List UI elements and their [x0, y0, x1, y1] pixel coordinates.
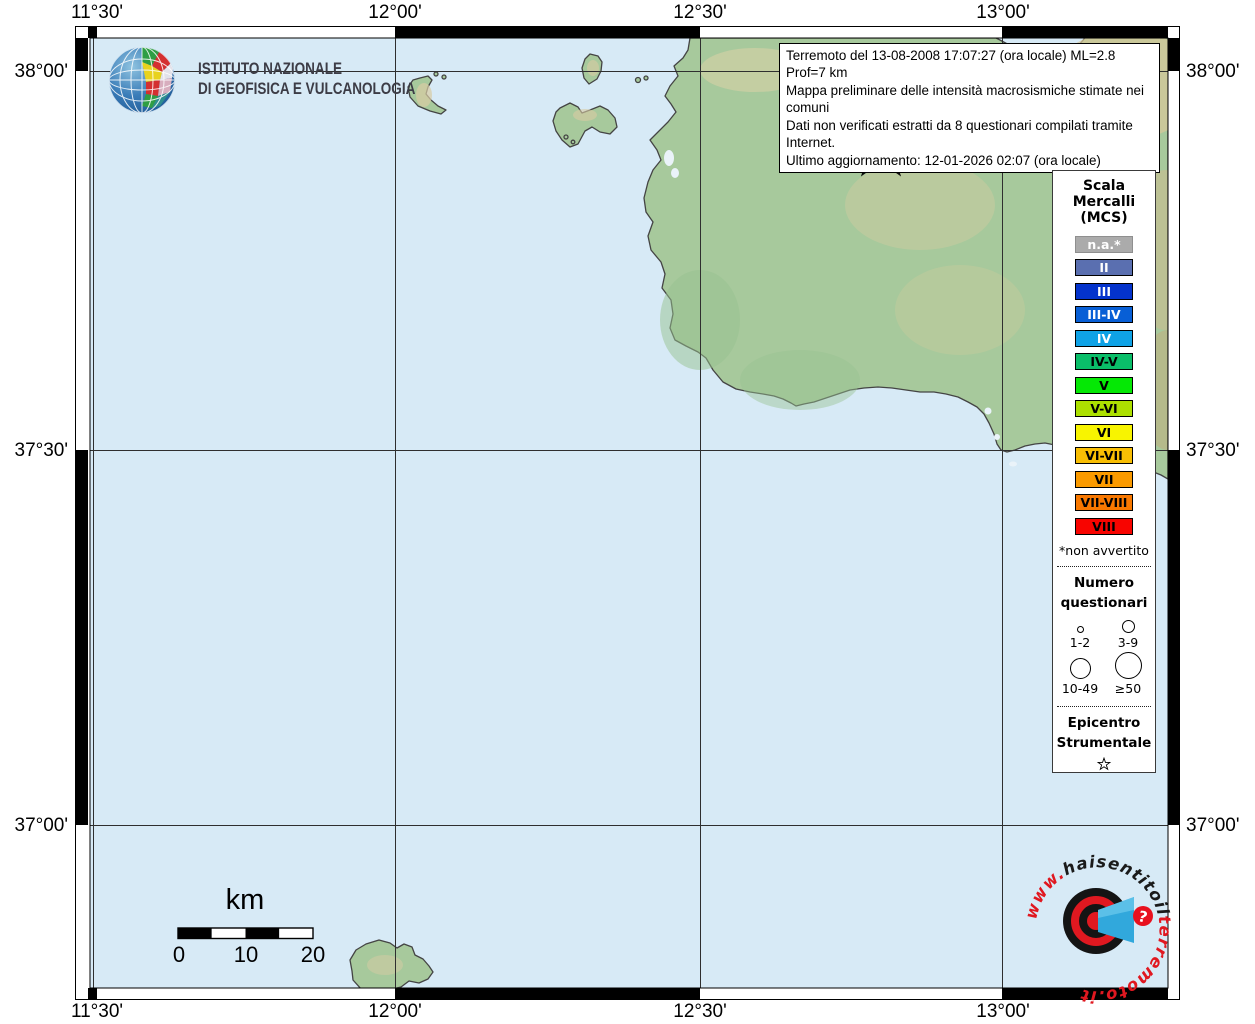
ingv-logo-line2: DI GEOFISICA E VULCANOLOGIA	[198, 80, 415, 99]
mercalli-scale-swatches: n.a.* II III III-IV IV IV-V V V-VI VI VI…	[1075, 236, 1133, 542]
swatch-iv-v: IV-V	[1075, 353, 1133, 370]
legend-title-line3: (MCS)	[1080, 210, 1127, 226]
swatch-na: n.a.*	[1075, 236, 1133, 253]
size-label-50plus: ≥50	[1115, 681, 1141, 696]
swatch-iv: IV	[1075, 330, 1133, 347]
legend-title-line2: Mercalli	[1073, 194, 1135, 210]
info-line-data-note: Dati non verificati estratti da 8 questi…	[786, 117, 1153, 152]
swatch-vii: VII	[1075, 471, 1133, 488]
questionnaire-size-key: 1-2 3-9 10-49 ≥50	[1056, 617, 1152, 698]
legend-separator-2	[1057, 706, 1151, 707]
questionnaires-title-line1: Numero	[1074, 574, 1134, 594]
axis-top-12-30: 12°30'	[673, 2, 727, 24]
epicenter-star-icon	[1091, 757, 1117, 772]
info-line-event: Terremoto del 13-08-2008 17:07:27 (ora l…	[786, 47, 1153, 82]
size-circle-10-49-icon	[1070, 658, 1091, 679]
axis-left-37-00: 37°00'	[4, 815, 68, 837]
epicenter-title-line1: Epicentro	[1068, 714, 1141, 734]
swatch-ii: II	[1075, 259, 1133, 276]
axis-top-12-00: 12°00'	[368, 2, 422, 24]
axis-left-38-00: 38°00'	[4, 61, 68, 83]
swatch-viii: VIII	[1075, 518, 1133, 535]
scalebar-title: km	[195, 884, 295, 917]
scalebar-label-20: 20	[301, 942, 325, 968]
scalebar-label-10: 10	[234, 942, 258, 968]
size-label-3-9: 3-9	[1118, 635, 1138, 650]
axis-right-38-00: 38°00'	[1186, 61, 1240, 83]
swatch-vi: VI	[1075, 424, 1133, 441]
legend-footnote: *non avvertito	[1059, 543, 1149, 558]
info-line-updated-at: Ultimo aggiornamento: 12-01-2026 02:07 (…	[786, 152, 1153, 169]
axis-top-13-00: 13°00'	[976, 2, 1030, 24]
legend-panel: Scala Mercalli (MCS) n.a.* II III III-IV…	[1052, 170, 1156, 773]
swatch-vi-vii: VI-VII	[1075, 447, 1133, 464]
legend-separator-1	[1057, 566, 1151, 567]
earthquake-info-box: Terremoto del 13-08-2008 17:07:27 (ora l…	[779, 43, 1160, 173]
axis-bottom-12-00: 12°00'	[368, 1001, 422, 1023]
size-label-1-2: 1-2	[1070, 635, 1090, 650]
questionnaires-title-line2: questionari	[1061, 594, 1148, 614]
swatch-iii-iv: III-IV	[1075, 306, 1133, 323]
axis-left-37-30: 37°30'	[4, 440, 68, 462]
size-circle-50plus-icon	[1115, 652, 1142, 679]
axis-top-11-30: 11°30'	[71, 2, 123, 24]
macroseismic-map-page: ISTITUTO NAZIONALE DI GEOFISICA E VULCAN…	[0, 0, 1255, 1024]
size-circle-1-2-icon	[1077, 626, 1084, 633]
ingv-logo-line1: ISTITUTO NAZIONALE	[198, 60, 342, 79]
scalebar-label-0: 0	[173, 942, 185, 968]
size-circle-3-9-icon	[1122, 620, 1135, 633]
axis-bottom-13-00: 13°00'	[976, 1001, 1030, 1023]
size-label-10-49: 10-49	[1062, 681, 1098, 696]
swatch-iii: III	[1075, 283, 1133, 300]
swatch-v: V	[1075, 377, 1133, 394]
axis-right-37-00: 37°00'	[1186, 815, 1240, 837]
legend-title-line1: Scala	[1083, 178, 1125, 194]
scale-bar	[178, 928, 313, 939]
epicenter-title-line2: Strumentale	[1057, 734, 1152, 754]
axis-bottom-12-30: 12°30'	[673, 1001, 727, 1023]
swatch-vii-viii: VII-VIII	[1075, 494, 1133, 511]
axis-bottom-11-30: 11°30'	[71, 1001, 123, 1023]
info-line-map-type: Mappa preliminare delle intensità macros…	[786, 82, 1153, 117]
swatch-v-vi: V-VI	[1075, 400, 1133, 417]
axis-right-37-30: 37°30'	[1186, 440, 1240, 462]
